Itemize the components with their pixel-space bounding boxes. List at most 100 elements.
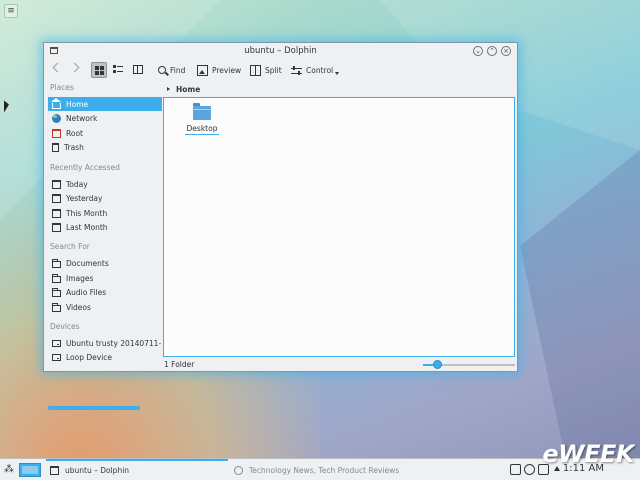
zoom-slider[interactable] [423,360,515,369]
control-icon [291,65,302,76]
home-icon [51,97,61,109]
breadcrumb-home[interactable]: Home [176,85,200,94]
sidebar-item-last-month[interactable]: Last Month [48,220,162,234]
sidebar-item-today[interactable]: Today [48,177,162,191]
sidebar-item-label: Ubuntu trusty 20140711- [66,338,162,348]
task-label: Technology News, Tech Product Reviews, [249,465,400,475]
sidebar-item-label: This Month [66,208,108,218]
wallpaper-shard [520,150,640,470]
find-button[interactable]: Find [158,62,185,78]
sidebar-scrollbar[interactable] [48,406,162,410]
folder-icon [193,103,211,120]
sidebar-item-images[interactable]: Images [48,271,162,285]
split-label: Split [265,65,282,75]
sidebar-item-ubuntu-trusty[interactable]: Ubuntu trusty 20140711- [48,336,162,350]
folder-icon [52,258,61,268]
compact-view-button[interactable] [110,62,126,78]
sidebar-item-label: Yesterday [66,193,103,203]
split-button[interactable]: Split [250,62,282,78]
watermark-logo: eWEEK [542,440,634,468]
sidebar-item-label: Audio Files [66,287,107,297]
dolphin-window: ubuntu – Dolphin ⌄ ⌃ × Find Preview Spli… [43,42,518,410]
browser-icon [234,465,243,475]
network-icon [52,113,61,123]
sidebar-item-yesterday[interactable]: Yesterday [48,191,162,205]
sidebar-item-label: Documents [66,258,109,268]
sidebar-item-label: Videos [66,302,91,312]
sidebar-item-trash[interactable]: Trash [48,140,162,154]
section-heading-recently-accessed: Recently Accessed [50,163,120,172]
file-name: Desktop [184,124,220,135]
mouse-cursor-icon [4,100,9,114]
calendar-icon [52,208,61,218]
sidebar-item-audio-files[interactable]: Audio Files [48,285,162,299]
network-status-icon[interactable] [524,464,535,475]
folder-item-desktop[interactable]: Desktop [184,103,220,135]
status-text: 1 Folder [164,360,195,369]
sidebar-item-this-month[interactable]: This Month [48,206,162,220]
split-icon [250,64,261,76]
details-view-button[interactable] [130,62,146,78]
find-label: Find [170,65,186,75]
icons-view-button[interactable] [91,62,107,78]
breadcrumb-arrow-icon[interactable] [167,87,170,91]
control-label: Control [306,65,334,75]
sidebar-item-root[interactable]: Root [48,126,162,140]
maximize-button[interactable]: ⌃ [487,46,497,56]
sidebar-item-network[interactable]: Network [48,111,162,125]
drive-icon [52,339,61,347]
task-label: ubuntu – Dolphin [65,465,130,475]
root-folder-icon [52,128,61,138]
back-arrow-icon[interactable] [52,62,63,73]
breadcrumb[interactable]: Home [164,83,200,95]
sidebar-item-label: Today [66,179,88,189]
calendar-icon [52,222,61,232]
sidebar-item-documents[interactable]: Documents [48,256,162,270]
preview-icon [197,64,208,76]
folder-window-icon [50,465,59,475]
application-launcher-icon[interactable]: ⁂ [2,463,16,477]
details-view-icon [133,65,143,74]
sidebar-item-label: Network [66,113,98,123]
section-heading-search-for: Search For [50,242,90,251]
preview-button[interactable]: Preview [197,62,241,78]
toolbar: Find Preview Split Control [44,59,517,81]
status-bar: 1 Folder [163,359,515,371]
forward-arrow-icon[interactable] [69,62,80,73]
title-bar[interactable]: ubuntu – Dolphin ⌄ ⌃ × [44,43,517,59]
desktop-toolbox-icon[interactable]: ≡ [4,4,18,18]
sidebar-item-home[interactable]: Home [48,97,162,111]
chevron-down-icon [335,71,340,75]
file-view[interactable]: Desktop [163,97,515,357]
task-browser[interactable]: Technology News, Tech Product Reviews, [230,462,400,478]
task-dolphin[interactable]: ubuntu – Dolphin [46,459,228,478]
drive-icon [52,353,61,361]
sidebar-item-label: Loop Device [66,352,113,362]
sidebar-item-label: Home [66,99,89,109]
sidebar-item-label: Trash [64,142,84,152]
virtual-desktop-pager[interactable] [19,463,41,477]
zoom-slider-handle[interactable] [433,360,442,369]
window-title: ubuntu – Dolphin [244,46,317,56]
clipboard-icon[interactable] [510,464,521,475]
compact-view-icon [113,65,123,74]
icons-view-icon [95,66,104,75]
scrollbar-thumb[interactable] [48,406,140,410]
folder-icon [52,287,61,297]
folder-icon [52,273,61,283]
close-button[interactable]: × [501,46,511,56]
sidebar-item-label: Root [66,128,83,138]
calendar-icon [52,179,61,189]
trash-icon [52,142,59,152]
sidebar-item-label: Last Month [66,222,108,232]
section-heading-places: Places [50,83,74,92]
preview-label: Preview [212,65,242,75]
search-icon [158,66,166,74]
sidebar-item-label: Images [66,273,94,283]
folder-icon [52,302,61,312]
sidebar-item-videos[interactable]: Videos [48,300,162,314]
calendar-icon [52,193,61,203]
minimize-button[interactable]: ⌄ [473,46,483,56]
control-button[interactable]: Control [291,62,340,78]
sidebar-item-loop-device[interactable]: Loop Device [48,350,162,364]
